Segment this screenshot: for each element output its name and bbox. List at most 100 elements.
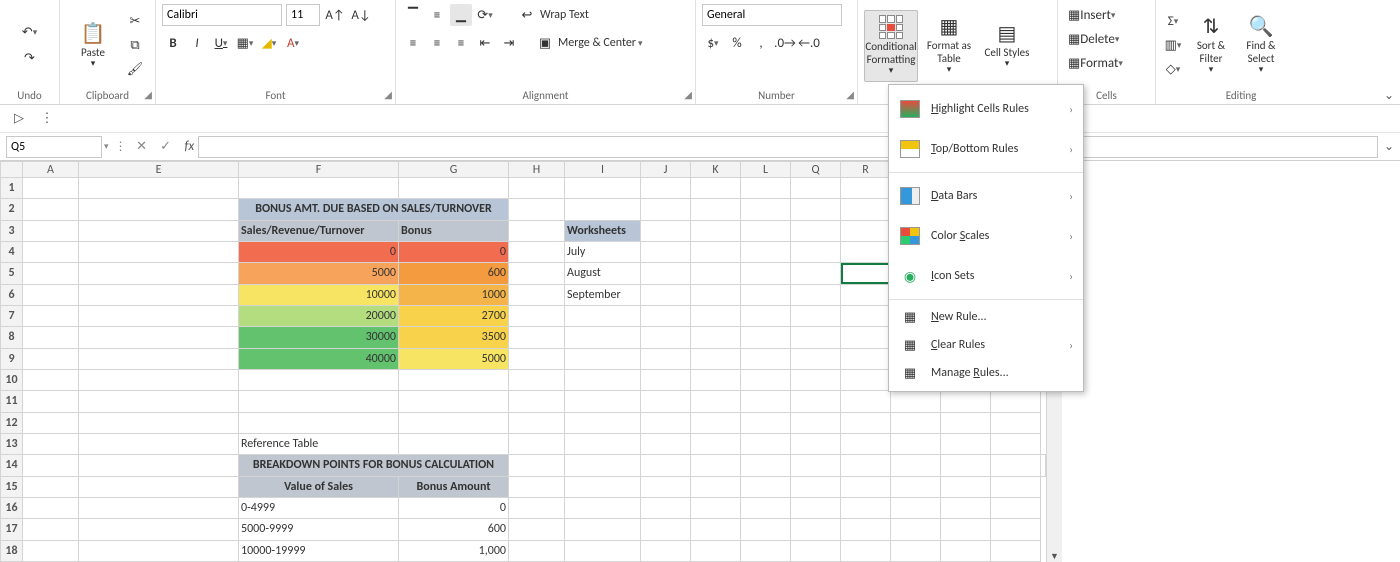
fx-icon[interactable]: fx	[185, 139, 195, 154]
row-header[interactable]: 11	[1, 391, 23, 412]
cell-styles-button[interactable]: ▤ Cell Styles▾	[980, 10, 1034, 82]
bonus-sales-cell[interactable]: 0	[239, 241, 399, 262]
insert-button[interactable]: ▦ Insert	[1064, 4, 1119, 26]
cell[interactable]	[791, 540, 841, 561]
cell[interactable]	[791, 327, 841, 348]
cell[interactable]	[841, 433, 891, 454]
cell[interactable]	[79, 455, 239, 476]
copy-button[interactable]: ⧉	[124, 35, 146, 57]
cell[interactable]	[641, 540, 691, 561]
cell[interactable]	[509, 263, 565, 284]
font-size-combo[interactable]	[286, 4, 320, 26]
cell[interactable]	[509, 284, 565, 305]
cell[interactable]	[641, 348, 691, 369]
find-select-button[interactable]: 🔍 Find & Select▾	[1238, 10, 1284, 82]
cell[interactable]	[23, 540, 79, 561]
cell[interactable]	[991, 433, 1041, 454]
select-all-corner[interactable]	[1, 162, 23, 178]
cell[interactable]	[841, 284, 891, 305]
row-header[interactable]: 15	[1, 476, 23, 497]
spreadsheet-grid[interactable]: A E F G H I J K L Q R S T U 12BONUS AMT.…	[0, 161, 1400, 562]
cell[interactable]	[641, 263, 691, 284]
cell[interactable]	[841, 455, 891, 476]
cell[interactable]	[991, 412, 1041, 433]
cell[interactable]	[741, 497, 791, 518]
cell[interactable]	[791, 220, 841, 241]
cell[interactable]	[79, 348, 239, 369]
cell[interactable]	[509, 433, 565, 454]
col-header[interactable]: L	[741, 162, 791, 178]
col-header[interactable]: F	[239, 162, 399, 178]
col-header[interactable]: G	[399, 162, 509, 178]
cell[interactable]	[509, 220, 565, 241]
cell[interactable]	[891, 455, 941, 476]
cell[interactable]	[941, 455, 991, 476]
bonus-header-left[interactable]: Sales/Revenue/Turnover	[239, 220, 399, 241]
cell[interactable]	[741, 391, 791, 412]
cell[interactable]	[79, 263, 239, 284]
cell[interactable]	[79, 284, 239, 305]
cell[interactable]	[399, 433, 509, 454]
enter-formula-button[interactable]: ✓	[155, 136, 177, 158]
cancel-formula-button[interactable]: ✕	[131, 136, 153, 158]
cell[interactable]	[23, 305, 79, 326]
cell[interactable]	[509, 241, 565, 262]
worksheet-cell[interactable]: July	[565, 241, 641, 262]
cell[interactable]	[641, 519, 691, 540]
cell[interactable]	[641, 369, 691, 390]
cell[interactable]	[23, 263, 79, 284]
cell[interactable]	[23, 391, 79, 412]
bonus-amount-cell[interactable]: 0	[399, 241, 509, 262]
bonus-amount-cell[interactable]: 2700	[399, 305, 509, 326]
cell[interactable]	[239, 391, 399, 412]
cell[interactable]	[565, 412, 641, 433]
cell[interactable]	[691, 455, 741, 476]
menu-clear-rules[interactable]: ▦ Clear Rules ›	[889, 331, 1083, 359]
cell[interactable]	[941, 412, 991, 433]
row-header[interactable]: 9	[1, 348, 23, 369]
col-header[interactable]: A	[23, 162, 79, 178]
cell[interactable]	[741, 348, 791, 369]
cell[interactable]	[741, 433, 791, 454]
menu-manage-rules[interactable]: ▦ Manage Rules...	[889, 359, 1083, 387]
name-box[interactable]	[6, 136, 102, 158]
cell[interactable]	[79, 391, 239, 412]
cell[interactable]	[791, 199, 841, 220]
cell[interactable]	[509, 455, 565, 476]
cell[interactable]	[941, 433, 991, 454]
cell[interactable]	[841, 540, 891, 561]
clipboard-launcher-icon[interactable]: ◢	[144, 88, 152, 101]
ref-value-cell[interactable]: 10000-19999	[239, 540, 399, 561]
cell[interactable]	[791, 497, 841, 518]
conditional-formatting-button[interactable]: Conditional Formatting▾	[864, 10, 918, 82]
cell[interactable]	[691, 305, 741, 326]
cell[interactable]	[841, 391, 891, 412]
cell[interactable]	[79, 199, 239, 220]
cell[interactable]	[741, 412, 791, 433]
cell[interactable]	[891, 412, 941, 433]
selected-cell[interactable]	[841, 263, 891, 284]
delete-button[interactable]: ▦ Delete	[1064, 28, 1123, 50]
decrease-indent-button[interactable]: ⇤	[474, 32, 496, 54]
cell[interactable]	[991, 519, 1041, 540]
row-header[interactable]: 17	[1, 519, 23, 540]
row-header[interactable]: 3	[1, 220, 23, 241]
row-header[interactable]: 14	[1, 455, 23, 476]
decrease-font-button[interactable]: A↓	[350, 4, 372, 26]
sort-filter-button[interactable]: ⇅ Sort & Filter▾	[1188, 10, 1234, 82]
cell[interactable]	[565, 178, 641, 199]
cell[interactable]	[741, 540, 791, 561]
cell[interactable]	[23, 178, 79, 199]
cell[interactable]	[691, 519, 741, 540]
row-header[interactable]: 4	[1, 241, 23, 262]
alignment-launcher-icon[interactable]: ◢	[684, 88, 692, 101]
cell[interactable]	[509, 476, 565, 497]
fill-color-button[interactable]: ◢	[258, 32, 280, 54]
cell[interactable]	[841, 412, 891, 433]
wrap-text-button[interactable]: Wrap Text	[540, 8, 589, 22]
cell[interactable]	[741, 305, 791, 326]
row-header[interactable]: 13	[1, 433, 23, 454]
cell[interactable]	[991, 497, 1041, 518]
cell[interactable]	[399, 178, 509, 199]
align-left-button[interactable]: ≡	[402, 32, 424, 54]
